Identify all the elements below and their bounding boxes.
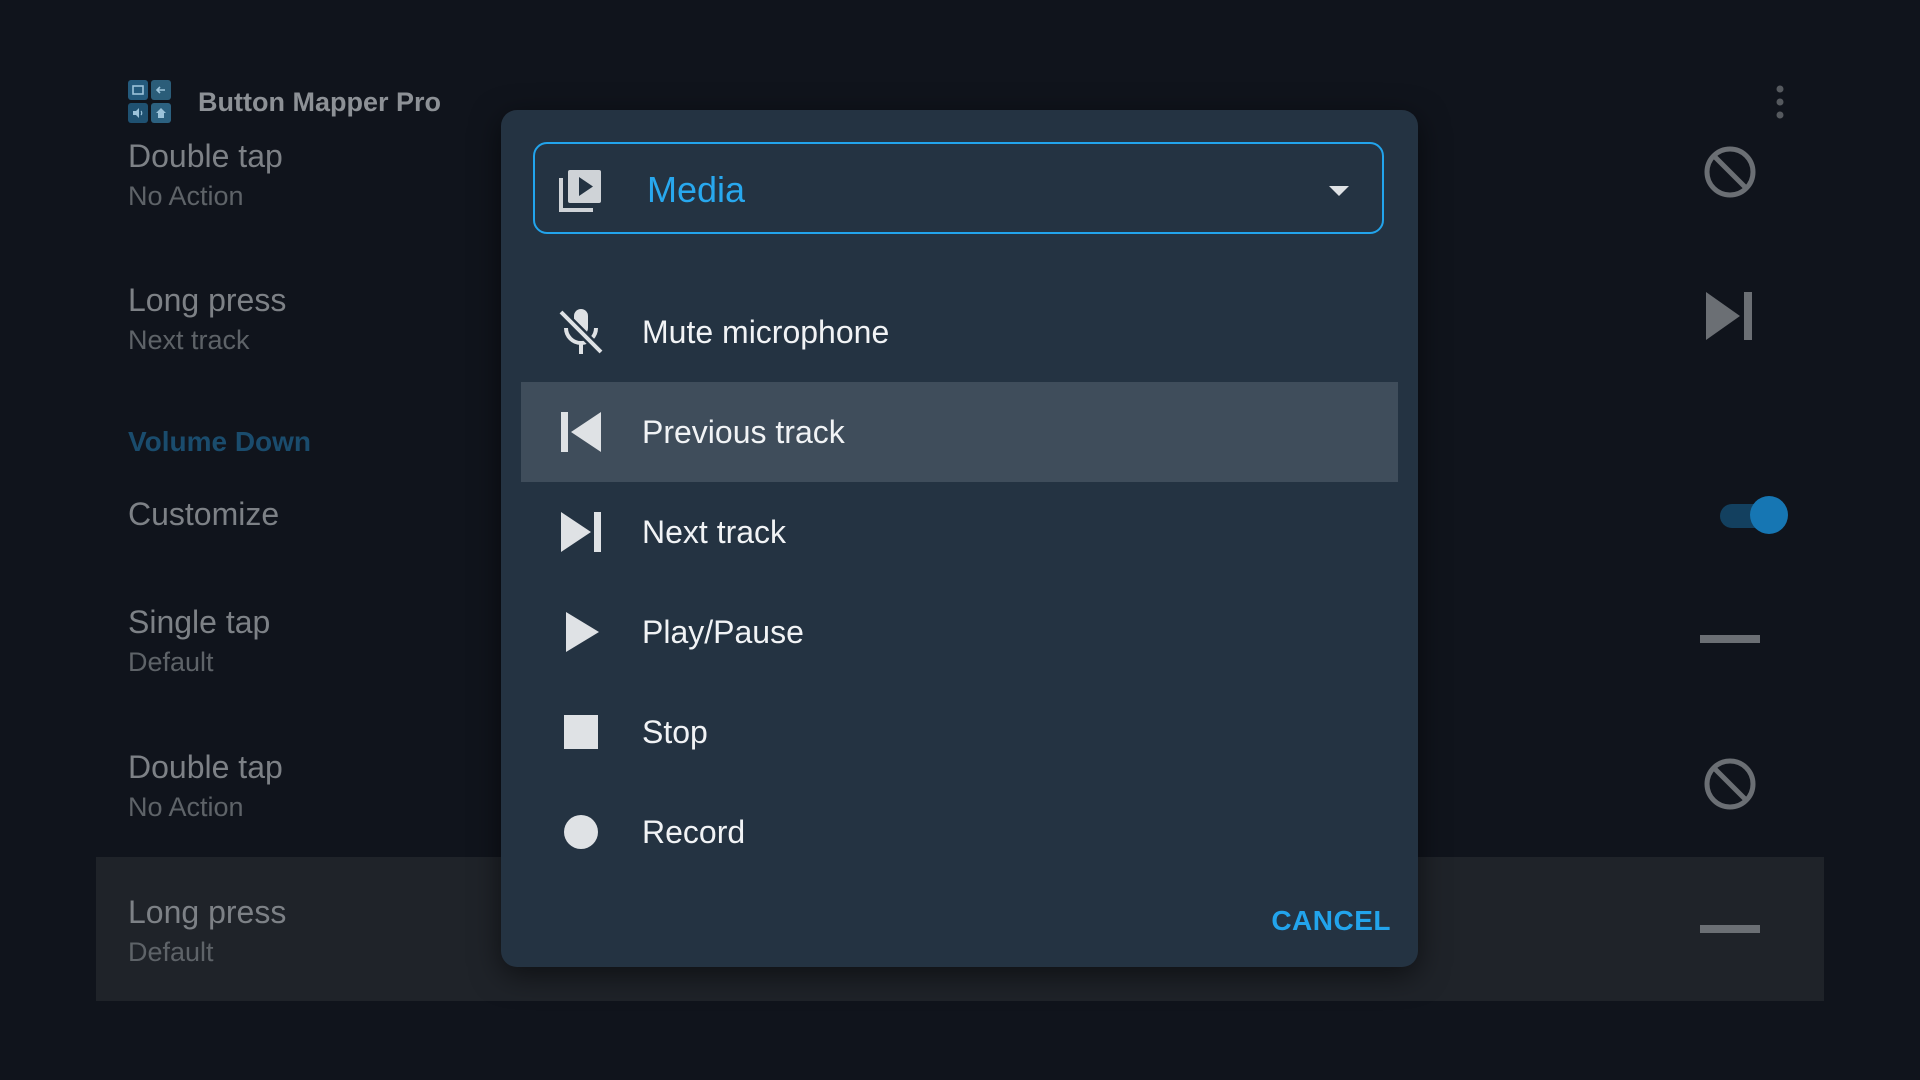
app-header: Button Mapper Pro [128,80,441,124]
setting-title: Long press [128,894,287,930]
option-next-track[interactable]: Next track [521,482,1398,582]
option-mute-microphone[interactable]: Mute microphone [521,282,1398,382]
setting-summary: No Action [128,792,244,822]
category-dropdown[interactable]: Media [533,142,1384,234]
toggle-thumb [1750,496,1788,534]
action-option-list: Mute microphone Previous track Next trac… [521,282,1398,882]
category-value: Media [647,169,746,210]
option-previous-track[interactable]: Previous track [521,382,1398,482]
mic-off-icon [555,306,607,358]
option-record[interactable]: Record [521,782,1398,882]
option-play-pause[interactable]: Play/Pause [521,582,1398,682]
option-label: Mute microphone [642,314,890,350]
option-label: Next track [642,514,787,550]
skip-next-icon [555,506,607,558]
section-header-volume-down: Volume Down [128,426,312,457]
option-label: Previous track [642,414,845,450]
option-label: Stop [642,714,708,750]
app-title: Button Mapper Pro [198,86,441,117]
cancel-button[interactable]: CANCEL [1241,896,1391,946]
skip-next-icon [1700,286,1760,346]
option-label: Play/Pause [642,614,804,650]
block-icon [1700,142,1760,202]
setting-title: Double tap [128,749,283,785]
setting-summary: No Action [128,181,244,211]
dash-icon [1700,898,1762,958]
dash-icon [1700,608,1762,668]
skip-previous-icon [555,406,607,458]
option-stop[interactable]: Stop [521,682,1398,782]
setting-summary: Default [128,647,214,677]
customize-toggle[interactable] [1720,496,1788,534]
setting-title: Double tap [128,138,283,174]
setting-title: Single tap [128,604,271,640]
setting-summary: Default [128,937,214,967]
media-library-icon [557,168,603,214]
play-icon [555,606,607,658]
dropdown-arrow-icon [1327,184,1351,198]
button-mapper-logo-icon [128,80,172,124]
more-vertical-icon[interactable] [1768,84,1792,120]
setting-summary: Next track [128,325,250,355]
setting-title: Long press [128,282,287,318]
setting-title: Customize [128,496,280,532]
stop-icon [555,706,607,758]
screen: Button Mapper Pro Double tap No Action L… [0,0,1920,1080]
block-icon [1700,754,1760,814]
action-picker-dialog: Media Mute microphone Previous track Nex… [501,110,1418,967]
option-label: Record [642,814,746,850]
record-icon [555,806,607,858]
